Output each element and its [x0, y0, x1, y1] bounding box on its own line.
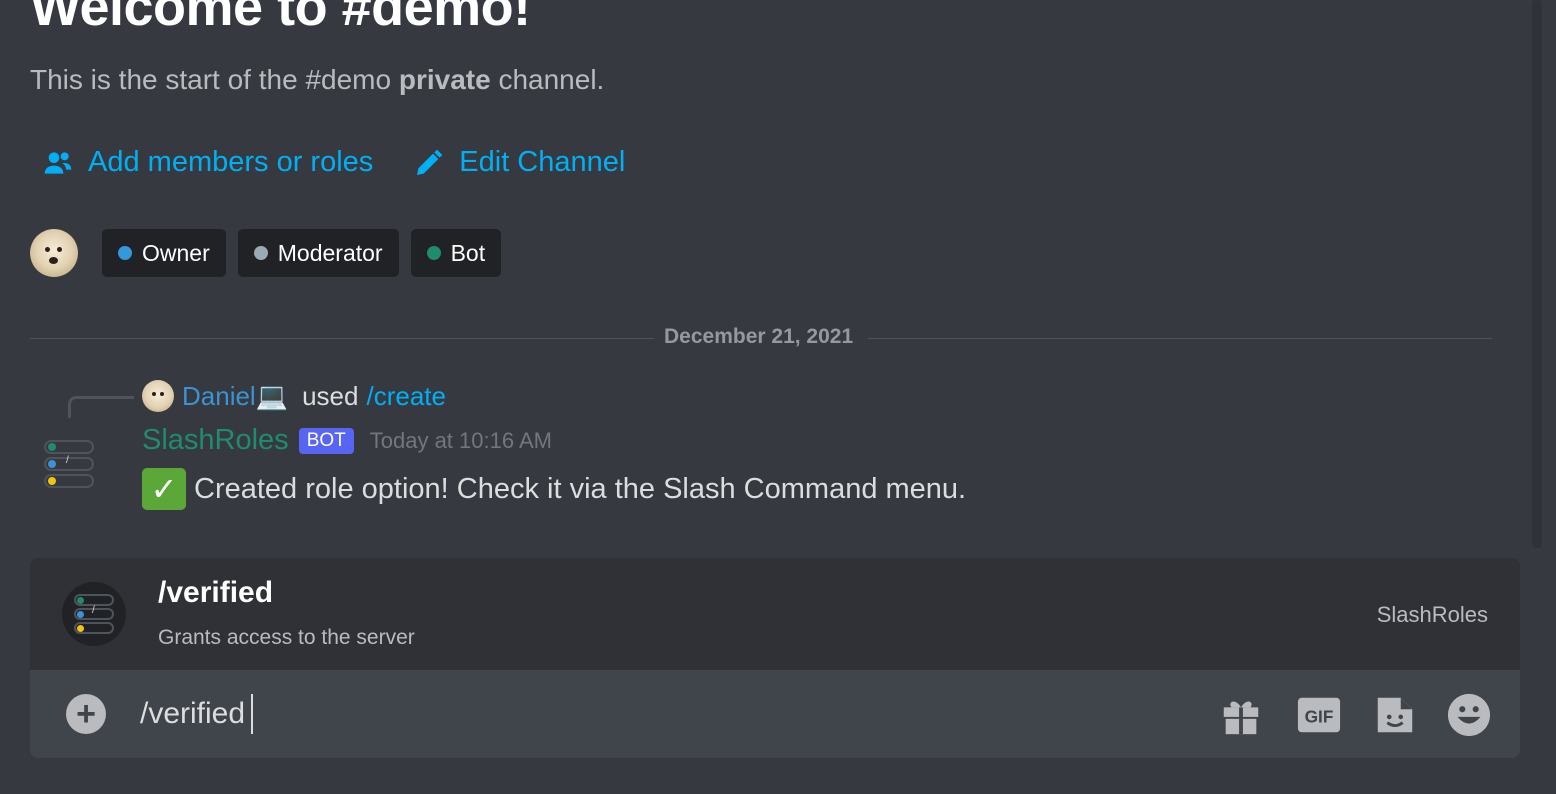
reply-username[interactable]: Daniel💻	[182, 381, 288, 412]
bot-tag: BOT	[298, 427, 354, 454]
edit-channel-label: Edit Channel	[459, 146, 626, 178]
edit-channel-button[interactable]: Edit Channel	[413, 146, 625, 179]
channel-roles-row: Owner Moderator Bot	[30, 229, 513, 277]
sticker-icon[interactable]	[1372, 692, 1418, 738]
message-composer: + /verified GIF	[30, 670, 1520, 758]
attach-plus-icon[interactable]: +	[66, 694, 106, 734]
date-divider-left	[30, 338, 654, 339]
check-mark-button-icon[interactable]: ✓	[142, 468, 186, 510]
autocomplete-command-name: /verified	[158, 576, 274, 609]
subtitle-text-end: channel.	[490, 64, 605, 95]
subtitle-text-start: This is the start of the #demo	[30, 64, 399, 95]
message-author[interactable]: SlashRoles	[142, 424, 289, 457]
slashroles-app-icon: /	[62, 582, 126, 646]
message-input[interactable]: /verified	[140, 694, 254, 734]
role-label: Bot	[450, 239, 486, 266]
gift-icon[interactable]	[1218, 692, 1264, 738]
text-caret	[251, 694, 254, 734]
date-divider-label: December 21, 2021	[664, 325, 854, 348]
message-text: Created role option! Check it via the Sl…	[194, 472, 967, 505]
autocomplete-command-description: Grants access to the server	[158, 626, 415, 649]
emoji-icon[interactable]	[1446, 692, 1492, 738]
autocomplete-app-name: SlashRoles	[1376, 602, 1488, 627]
pencil-icon	[417, 149, 443, 175]
reply-user-avatar[interactable]	[142, 380, 174, 412]
message-input-value: /verified	[140, 697, 246, 730]
command-autocomplete-item[interactable]: / /verified Grants access to the server …	[30, 558, 1520, 670]
role-color-dot	[253, 246, 268, 260]
command-reference[interactable]: Daniel💻 used /create	[142, 380, 446, 412]
gif-icon[interactable]: GIF	[1296, 692, 1342, 738]
channel-welcome-title: Welcome to #demo!	[30, 0, 531, 37]
message-timestamp[interactable]: Today at 10:16 AM	[370, 428, 552, 454]
role-pill-bot[interactable]: Bot	[410, 229, 502, 277]
message-header: SlashRoles BOT Today at 10:16 AM	[142, 424, 552, 457]
add-members-button[interactable]: Add members or roles	[42, 146, 373, 179]
reply-spine	[68, 396, 134, 418]
chat-scrollbar[interactable]	[1532, 0, 1542, 548]
role-label: Moderator	[277, 239, 383, 266]
subtitle-private-text: private	[398, 64, 491, 95]
role-pill-moderator[interactable]: Moderator	[237, 229, 399, 277]
date-divider-right	[868, 338, 1492, 339]
channel-welcome-subtitle: This is the start of the #demo private c…	[30, 64, 604, 96]
message-content: ✓ Created role option! Check it via the …	[142, 468, 966, 510]
role-pill-owner[interactable]: Owner	[102, 229, 226, 277]
add-members-label: Add members or roles	[88, 146, 374, 178]
channel-actions: Add members or roles Edit Channel	[42, 146, 625, 179]
reply-command[interactable]: /create	[366, 381, 446, 412]
role-label: Owner	[142, 239, 210, 266]
reply-verb: used	[302, 380, 359, 411]
gif-label: GIF	[1305, 707, 1334, 727]
role-color-dot	[118, 246, 132, 260]
bot-avatar[interactable]: /	[36, 430, 102, 496]
members-icon	[44, 151, 72, 174]
role-color-dot	[426, 246, 441, 260]
member-avatar[interactable]	[30, 229, 78, 277]
